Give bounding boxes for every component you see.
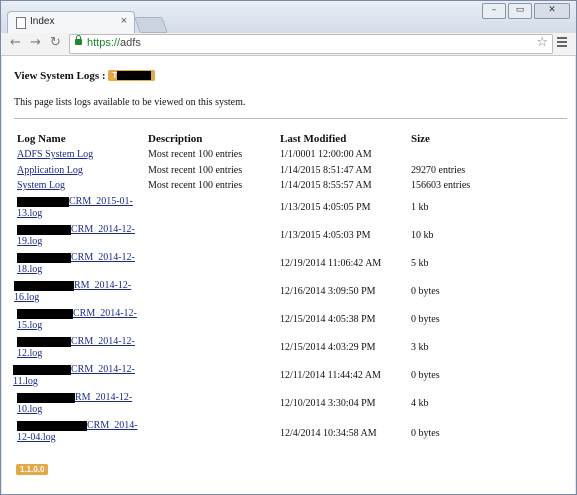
tab-title: Index: [30, 16, 55, 27]
forward-arrow-icon[interactable]: →: [30, 35, 41, 51]
redacted-text: [13, 364, 71, 375]
col-log-name: Log Name: [17, 133, 66, 145]
log-link[interactable]: ADFS System Log: [17, 149, 93, 160]
log-file-link[interactable]: CRM_2014-12- 11.log: [13, 364, 135, 387]
tab-close-icon[interactable]: ×: [121, 15, 127, 27]
log-file-link[interactable]: CRM_2014-12- 15.log: [17, 308, 137, 331]
log-file-link[interactable]: CRM_2015-01- 13.log: [17, 196, 133, 219]
log-size: 29270 entries: [411, 165, 466, 176]
col-description: Description: [148, 133, 203, 145]
log-modified: 1/14/2015 8:55:57 AM: [280, 180, 372, 191]
log-modified: 12/19/2014 11:06:42 AM: [280, 258, 382, 269]
url-text: https://adfs: [87, 37, 141, 49]
log-modified: 1/13/2015 4:05:03 PM: [280, 230, 371, 241]
log-modified: 12/10/2014 3:30:04 PM: [280, 398, 376, 409]
page-title: View System Logs : T: [14, 70, 156, 82]
log-modified: 1/13/2015 4:05:05 PM: [280, 202, 371, 213]
maximize-button[interactable]: ▭: [508, 3, 532, 19]
browser-window: Index × – ▭ ✕ ← → ↻ https://adfs ☆ View …: [0, 0, 577, 495]
divider: [14, 118, 567, 119]
address-bar[interactable]: https://adfs ☆: [69, 34, 553, 54]
redacted-text: [17, 252, 71, 263]
log-file-link[interactable]: RM_2014-12- 10.log: [17, 392, 132, 415]
server-badge: T: [108, 70, 156, 82]
log-size: 0 bytes: [411, 286, 440, 297]
title-bar: Index × – ▭ ✕: [1, 1, 576, 33]
log-file-link[interactable]: CRM_2014-12- 19.log: [17, 224, 135, 247]
lock-icon: [75, 35, 82, 45]
log-size: 10 kb: [411, 230, 434, 241]
col-last-modified: Last Modified: [280, 133, 347, 145]
log-description: Most recent 100 entries: [148, 149, 243, 160]
log-description: Most recent 100 entries: [148, 165, 243, 176]
log-size: 5 kb: [411, 258, 429, 269]
log-link[interactable]: Application Log: [17, 165, 83, 176]
log-file-link[interactable]: CRM_2014- 12-04.log: [17, 420, 138, 443]
log-modified: 12/11/2014 11:44:42 AM: [280, 370, 381, 381]
browser-toolbar: ← → ↻ https://adfs ☆: [1, 33, 576, 56]
back-arrow-icon[interactable]: ←: [10, 35, 21, 51]
log-size: 3 kb: [411, 342, 429, 353]
browser-tab[interactable]: Index ×: [7, 11, 135, 33]
bookmark-star-icon[interactable]: ☆: [536, 35, 548, 50]
minimize-button[interactable]: –: [482, 3, 506, 19]
page-icon: [16, 17, 26, 29]
log-modified: 12/16/2014 3:09:50 PM: [280, 286, 376, 297]
window-controls: – ▭ ✕: [482, 3, 570, 19]
log-size: 156603 entries: [411, 180, 471, 191]
redacted-text: [17, 336, 71, 347]
log-size: 0 bytes: [411, 314, 440, 325]
log-modified: 12/4/2014 10:34:58 AM: [280, 428, 377, 439]
col-size: Size: [411, 133, 430, 145]
close-window-button[interactable]: ✕: [534, 3, 570, 19]
log-modified: 1/14/2015 8:51:47 AM: [280, 165, 372, 176]
log-file-link[interactable]: RM_2014-12- 16.log: [14, 280, 131, 303]
redacted-text: [14, 280, 74, 291]
log-file-link[interactable]: CRM_2014-12- 12.log: [17, 336, 135, 359]
new-tab-button[interactable]: [134, 17, 168, 33]
log-modified: 12/15/2014 4:03:29 PM: [280, 342, 376, 353]
log-link[interactable]: System Log: [17, 180, 65, 191]
log-size: 1 kb: [411, 202, 429, 213]
log-size: 0 bytes: [411, 428, 440, 439]
log-size: 0 bytes: [411, 370, 440, 381]
log-size: 4 kb: [411, 398, 429, 409]
log-file-link[interactable]: CRM_2014-12- 18.log: [17, 252, 135, 275]
reload-icon[interactable]: ↻: [50, 35, 61, 51]
log-description: Most recent 100 entries: [148, 180, 243, 191]
menu-icon[interactable]: [557, 37, 567, 49]
redacted-text: [17, 196, 69, 207]
redacted-text: [17, 420, 87, 431]
redacted-text: [17, 224, 71, 235]
page-content: View System Logs : T This page lists log…: [2, 56, 575, 494]
redacted-text: [17, 308, 73, 319]
redacted-text: [17, 392, 75, 403]
version-badge: 1.1.0.0: [16, 460, 49, 478]
log-modified: 1/1/0001 12:00:00 AM: [280, 149, 372, 160]
page-description: This page lists logs available to be vie…: [14, 97, 246, 108]
log-modified: 12/15/2014 4:05:38 PM: [280, 314, 376, 325]
